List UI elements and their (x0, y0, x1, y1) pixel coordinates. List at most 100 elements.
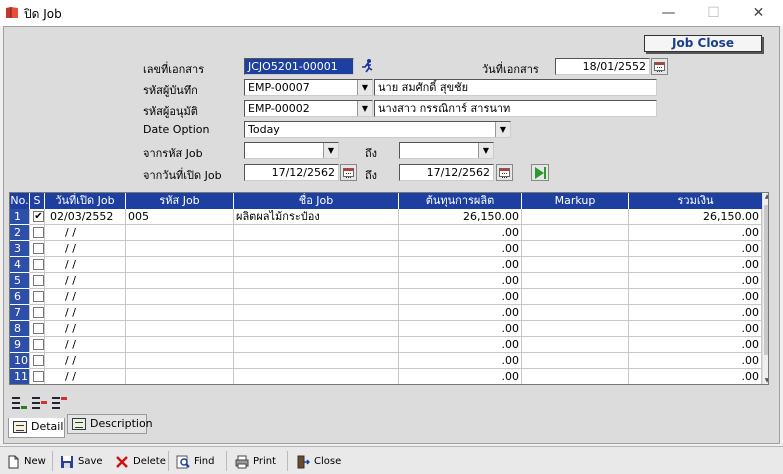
doc-date-field[interactable]: 18/01/2552 (555, 58, 650, 75)
doc-no-field[interactable]: JCJO5201-00001 (244, 58, 354, 75)
delete-row-icon[interactable] (52, 396, 68, 411)
row-open-date[interactable]: / / (45, 289, 126, 305)
save-button[interactable]: Save (60, 454, 103, 470)
row-select-cell[interactable] (30, 273, 45, 289)
chevron-down-icon[interactable]: ▼ (478, 143, 493, 158)
row-cost[interactable]: .00 (399, 289, 522, 305)
row-job-code[interactable] (126, 369, 234, 384)
row-open-date[interactable]: / / (45, 353, 126, 369)
row-select-cell[interactable] (30, 241, 45, 257)
add-row-icon[interactable] (32, 396, 48, 411)
row-job-code[interactable] (126, 225, 234, 241)
to-open-date-field[interactable]: 17/12/2562 (399, 164, 494, 181)
row-checkbox[interactable] (33, 339, 44, 350)
row-total[interactable]: .00 (629, 257, 762, 273)
row-total[interactable]: .00 (629, 353, 762, 369)
row-open-date[interactable]: / / (45, 257, 126, 273)
row-checkbox[interactable] (33, 371, 44, 382)
close-button[interactable]: Close (296, 454, 341, 470)
row-job-name[interactable] (234, 353, 399, 369)
scroll-down-icon[interactable]: ▼ (763, 377, 768, 384)
tab-detail[interactable]: Detail (8, 418, 65, 438)
calendar-icon[interactable] (496, 164, 513, 181)
row-total[interactable]: .00 (629, 273, 762, 289)
row-checkbox[interactable] (33, 227, 44, 238)
row-open-date[interactable]: / / (45, 369, 126, 384)
row-job-code[interactable] (126, 305, 234, 321)
row-open-date[interactable]: / / (45, 321, 126, 337)
row-cost[interactable]: .00 (399, 353, 522, 369)
row-total[interactable]: .00 (629, 289, 762, 305)
job-grid[interactable]: No. S วันที่เปิด Job รหัส Job ชื่อ Job ต… (9, 192, 769, 385)
row-total[interactable]: .00 (629, 225, 762, 241)
close-window-button[interactable]: ✕ (736, 0, 781, 26)
row-total[interactable]: .00 (629, 321, 762, 337)
row-job-code[interactable] (126, 257, 234, 273)
row-checkbox[interactable]: ✔ (33, 211, 44, 222)
col-header-open-date[interactable]: วันที่เปิด Job (45, 193, 126, 209)
row-cost[interactable]: .00 (399, 305, 522, 321)
row-open-date[interactable]: / / (45, 337, 126, 353)
go-arrow-icon[interactable] (531, 164, 549, 181)
recorder-code-select[interactable]: EMP-00007 ▼ (244, 79, 373, 96)
row-select-cell[interactable] (30, 305, 45, 321)
row-total[interactable]: .00 (629, 369, 762, 384)
row-cost[interactable]: .00 (399, 273, 522, 289)
row-checkbox[interactable] (33, 307, 44, 318)
print-button[interactable]: Print (235, 454, 276, 470)
row-select-cell[interactable] (30, 257, 45, 273)
col-header-total[interactable]: รวมเงิน (629, 193, 762, 209)
row-job-name[interactable] (234, 241, 399, 257)
row-total[interactable]: .00 (629, 337, 762, 353)
row-job-code[interactable] (126, 337, 234, 353)
new-button[interactable]: New (6, 454, 46, 470)
row-checkbox[interactable] (33, 259, 44, 270)
row-total[interactable]: .00 (629, 241, 762, 257)
row-job-code[interactable] (126, 273, 234, 289)
row-job-name[interactable] (234, 225, 399, 241)
row-cost[interactable]: .00 (399, 337, 522, 353)
row-job-code[interactable] (126, 241, 234, 257)
row-job-name[interactable] (234, 257, 399, 273)
row-cost[interactable]: .00 (399, 257, 522, 273)
chevron-down-icon[interactable]: ▼ (495, 122, 510, 137)
row-markup[interactable] (522, 337, 629, 353)
row-open-date[interactable]: / / (45, 305, 126, 321)
scroll-up-icon[interactable]: ▲ (763, 193, 768, 202)
row-markup[interactable] (522, 369, 629, 384)
row-markup[interactable] (522, 225, 629, 241)
row-open-date[interactable]: / / (45, 273, 126, 289)
row-markup[interactable] (522, 321, 629, 337)
row-markup[interactable] (522, 289, 629, 305)
row-select-cell[interactable] (30, 353, 45, 369)
row-markup[interactable] (522, 209, 629, 225)
row-job-name[interactable] (234, 289, 399, 305)
calendar-icon[interactable] (651, 58, 668, 75)
minimize-button[interactable]: — (646, 0, 691, 26)
row-total[interactable]: .00 (629, 305, 762, 321)
row-markup[interactable] (522, 273, 629, 289)
row-job-name[interactable] (234, 273, 399, 289)
delete-button[interactable]: Delete (115, 454, 166, 470)
row-cost[interactable]: .00 (399, 369, 522, 384)
row-job-name[interactable] (234, 337, 399, 353)
row-job-code[interactable] (126, 289, 234, 305)
from-open-date-field[interactable]: 17/12/2562 (244, 164, 339, 181)
row-job-name[interactable] (234, 321, 399, 337)
col-header-no[interactable]: No. (10, 193, 30, 209)
to-job-select[interactable]: ▼ (399, 142, 494, 159)
row-select-cell[interactable] (30, 321, 45, 337)
row-job-name[interactable] (234, 305, 399, 321)
row-open-date[interactable]: 02/03/2552 (45, 209, 126, 225)
col-header-job-code[interactable]: รหัส Job (126, 193, 234, 209)
job-close-button[interactable]: Job Close (644, 35, 762, 52)
row-select-cell[interactable]: ✔ (30, 209, 45, 225)
col-header-s[interactable]: S (30, 193, 45, 209)
date-option-select[interactable]: Today ▼ (244, 121, 511, 138)
grid-scrollbar[interactable]: ▲ ▼ (762, 193, 768, 384)
row-markup[interactable] (522, 257, 629, 273)
col-header-job-name[interactable]: ชื่อ Job (234, 193, 399, 209)
row-cost[interactable]: .00 (399, 241, 522, 257)
approver-code-select[interactable]: EMP-00002 ▼ (244, 100, 373, 117)
chevron-down-icon[interactable]: ▼ (357, 101, 372, 116)
